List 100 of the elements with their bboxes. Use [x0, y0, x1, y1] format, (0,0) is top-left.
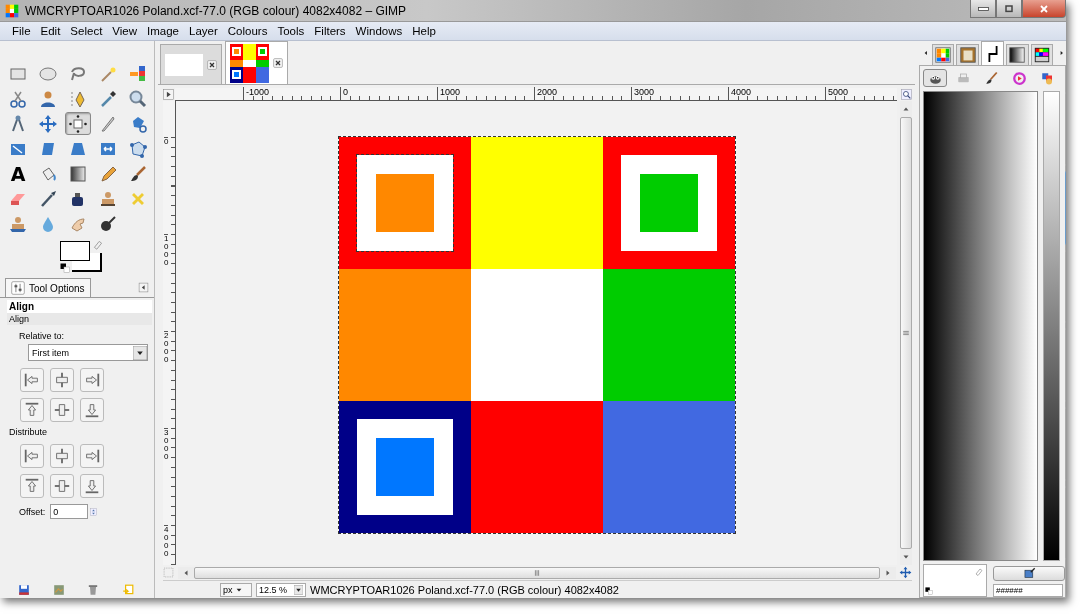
maximize-button[interactable]	[996, 0, 1022, 18]
minimize-icon	[977, 6, 989, 11]
image-thumbnail	[165, 53, 203, 76]
brush-icon	[128, 163, 148, 184]
menu-item[interactable]: Select	[65, 25, 108, 37]
edit-icon	[1022, 567, 1036, 580]
window-title: WMCRYPTOAR1026 Poland.xcf-77.0 (RGB colour) 4082x4082 – GIMP	[25, 3, 407, 18]
close-button[interactable]	[1022, 0, 1066, 18]
align-bottom-button[interactable]	[80, 474, 104, 498]
align-center-icon	[53, 371, 71, 389]
panel-menu-icon[interactable]	[138, 282, 149, 293]
dock-tab[interactable]	[1030, 44, 1054, 65]
sliders-icon	[11, 281, 25, 295]
zoom-icon	[128, 88, 148, 109]
delete-icon[interactable]	[87, 584, 100, 596]
gradient-icon	[68, 163, 88, 184]
offset-field[interactable]: 0	[50, 504, 89, 519]
section-label: Distribute	[9, 427, 48, 437]
align-top-icon	[23, 477, 41, 495]
hex-field[interactable]: ######	[993, 584, 1063, 597]
panel-tab[interactable]	[923, 69, 947, 87]
tool-options-tab[interactable]: Tool Options	[5, 278, 91, 297]
align-top-icon	[23, 401, 41, 419]
section-label: Align	[7, 313, 152, 325]
brush-icon	[983, 70, 999, 86]
align-top-button[interactable]	[20, 474, 44, 498]
dock-tab[interactable]	[981, 41, 1004, 65]
image-thumbnail	[230, 43, 269, 83]
align-left-icon	[23, 447, 41, 465]
restore-icon[interactable]	[52, 584, 65, 596]
color-blocks-icon	[1039, 70, 1055, 86]
ruler-label: 3000	[631, 86, 655, 97]
grip-icon	[902, 329, 910, 337]
tool-button[interactable]	[65, 112, 91, 135]
align-left-button[interactable]	[20, 444, 44, 468]
close-icon	[1038, 2, 1050, 15]
relative-to-dropdown[interactable]: First item	[28, 344, 148, 361]
clipboard-icon	[958, 46, 977, 64]
align-right-button[interactable]	[80, 368, 104, 392]
field-label: Relative to:	[19, 331, 66, 341]
align-left-icon	[23, 371, 41, 389]
menu-item[interactable]: Tools	[272, 25, 310, 37]
unit-dropdown[interactable]: px	[220, 582, 252, 597]
ruler-label: -1000	[243, 86, 270, 97]
navigate-icon[interactable]	[899, 566, 912, 579]
zoom-dropdown[interactable]: 12.5 %	[256, 582, 306, 597]
app-icon	[5, 3, 19, 18]
dock-tab[interactable]	[1005, 44, 1029, 65]
align-middle-button[interactable]	[50, 474, 74, 498]
align-top-button[interactable]	[20, 398, 44, 422]
tab-label[interactable]: Tool Options	[29, 282, 85, 294]
menu-arrow-icon[interactable]	[163, 88, 174, 100]
close-icon[interactable]	[207, 59, 217, 70]
airbrush-icon	[38, 188, 58, 209]
zoom-icon[interactable]	[901, 88, 912, 100]
tool-button[interactable]: A	[5, 162, 31, 185]
image-tab[interactable]	[225, 41, 288, 84]
gradient-square-icon	[1008, 46, 1027, 64]
align-icon	[68, 113, 88, 134]
ruler-label: 3000	[164, 428, 169, 461]
align-center-button[interactable]	[50, 444, 74, 468]
align-bottom-button[interactable]	[80, 398, 104, 422]
panel-title: Align	[7, 300, 152, 313]
menu-item[interactable]: View	[107, 25, 143, 37]
field-label: Offset:	[19, 506, 46, 517]
status-text: WMCRYPTOAR1026 Poland.xcf-77.0 (RGB colour) 4082x4082	[310, 583, 619, 596]
move-icon	[38, 113, 58, 134]
minimize-button[interactable]	[970, 0, 996, 18]
palette-icon	[1033, 46, 1052, 64]
dropdown-icon	[133, 345, 147, 360]
maximize-icon	[1003, 2, 1015, 15]
menu-item[interactable]: File	[7, 25, 36, 37]
close-icon[interactable]	[273, 58, 283, 68]
align-right-button[interactable]	[80, 444, 104, 468]
ruler-label: 5000	[825, 86, 849, 97]
align-middle-button[interactable]	[50, 398, 74, 422]
default-colors-icon[interactable]	[925, 587, 933, 595]
menu-item[interactable]: Edit	[35, 25, 66, 37]
default-colors-icon[interactable]	[60, 263, 70, 273]
grip-icon	[533, 568, 541, 577]
menu-item[interactable]: Image	[142, 25, 184, 37]
menu-item[interactable]: Filters	[309, 25, 351, 37]
menu-item[interactable]: Windows	[350, 25, 408, 37]
dropdown-icon	[294, 582, 303, 597]
menu-item[interactable]: Colours	[222, 25, 273, 37]
ruler-label: 2000	[164, 331, 169, 364]
ruler-label: 0	[340, 86, 348, 97]
align-middle-icon	[53, 401, 71, 419]
menu-item[interactable]: Layer	[184, 25, 223, 37]
ruler-label: 0	[164, 137, 169, 146]
color-blocks-icon	[128, 63, 148, 84]
save-icon[interactable]	[18, 584, 30, 596]
align-left-button[interactable]	[20, 368, 44, 392]
color-grid-icon	[933, 46, 952, 64]
align-center-button[interactable]	[50, 368, 74, 392]
color-swatches-drawing[interactable]	[60, 241, 102, 273]
align-right-icon	[83, 371, 101, 389]
menu-item[interactable]: Help	[407, 25, 441, 37]
ruler-label: 4000	[164, 525, 169, 558]
edit-button[interactable]	[993, 566, 1065, 581]
